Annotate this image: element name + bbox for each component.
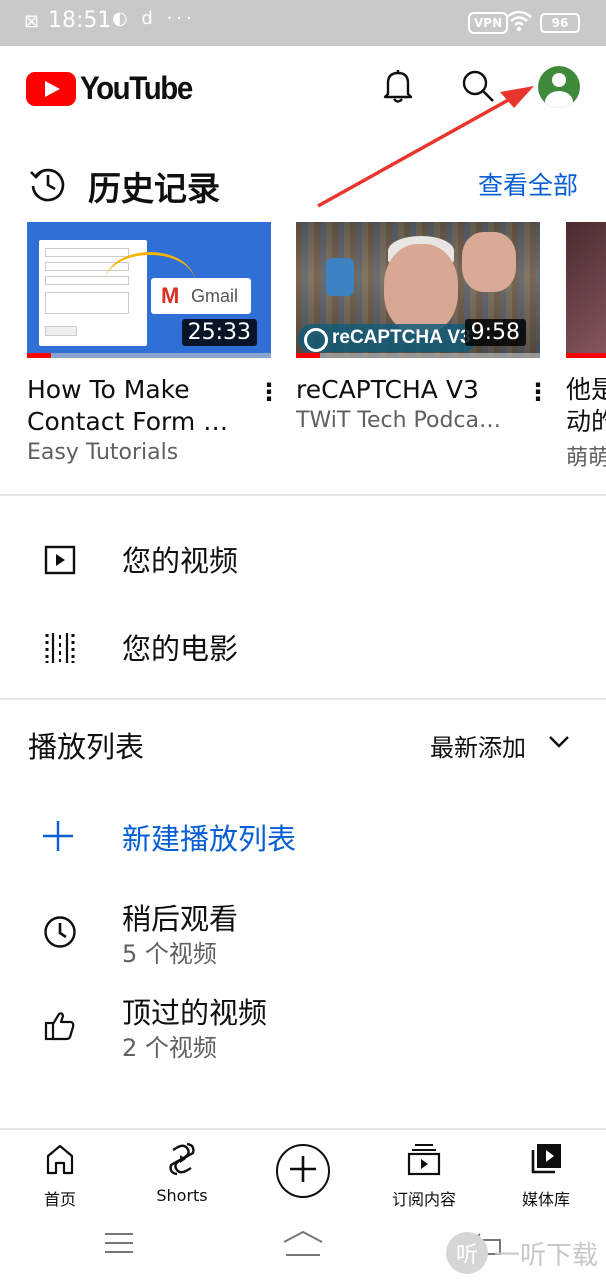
film-strip-icon [40,628,80,668]
nav-library-label: 媒体库 [521,1190,570,1209]
shorts-icon [132,1140,232,1178]
watch-progress-track [296,353,540,358]
video-channel: Easy Tutorials [27,440,179,465]
video-thumbnail[interactable]: Gmail 25:33 [27,222,271,358]
view-all-link[interactable]: 查看全部 [478,166,578,202]
history-video-card[interactable]: 他是 动的 萌萌 [566,222,606,472]
notifications-button[interactable] [378,66,418,110]
person-illustration [384,244,458,334]
history-carousel[interactable]: Gmail 25:33 How To Make Contact Form … E… [0,222,606,482]
search-icon [461,69,495,107]
playlists-header: 播放列表 最新添加 [0,724,606,772]
playlist-item-watch-later[interactable]: 稍后观看 5 个视频 [0,896,606,976]
nav-subscriptions-label: 订阅内容 [391,1190,456,1209]
youtube-logo[interactable]: YouTube [26,70,202,107]
status-bar: ⊠ 18:51 ◐ d ··· VPN 96 [0,0,606,46]
watermark-logo: 听 [446,1232,488,1274]
section-divider [0,494,606,496]
new-playlist-label: 新建播放列表 [122,822,297,856]
new-playlist-button[interactable]: 新建播放列表 [0,810,606,866]
video-thumbnail[interactable]: reCAPTCHA V3 9:58 [296,222,540,358]
history-video-card[interactable]: Gmail 25:33 How To Make Contact Form … E… [27,222,281,465]
person-hand [462,232,516,292]
video-duration: 25:33 [181,319,257,346]
subscriptions-icon [374,1140,474,1178]
more-vert-icon[interactable]: ⋮ [526,378,550,406]
watermark-text: 一听下载 [494,1240,599,1271]
bottom-navigation: 首页 Shorts 订阅内容 媒体库 [0,1128,606,1212]
nav-shorts[interactable]: Shorts [132,1140,232,1205]
nav-subscriptions[interactable]: 订阅内容 [374,1140,474,1210]
clock-icon [40,912,80,952]
thumbs-up-icon [40,1006,80,1046]
watermark: 听 一听下载 [446,1232,598,1274]
notification-x-icon: ⊠ [24,11,40,32]
video-title: 他是 动的 [566,375,606,436]
battery-indicator: 96 [540,13,580,33]
logo-text: YouTube [80,70,193,106]
recaptcha-banner: reCAPTCHA V3 [298,324,477,352]
video-title: reCAPTCHA V3 [296,375,479,404]
nav-library[interactable]: 媒体库 [496,1140,596,1210]
nav-home-label: 首页 [43,1190,76,1209]
playlist-title: 稍后观看 [122,902,239,936]
playlist-title: 顶过的视频 [122,996,268,1030]
bell-icon [382,68,414,108]
search-button[interactable] [458,66,498,110]
your-videos-label: 您的视频 [122,544,239,578]
plus-icon [288,1154,318,1188]
menu-icon[interactable] [104,1230,134,1260]
watch-progress-track [27,353,271,358]
your-videos-row[interactable]: 您的视频 [0,526,606,590]
history-header: 历史记录 查看全部 [0,160,606,210]
watch-progress-bar [296,353,321,358]
status-time: 18:51 [48,8,112,33]
app-bar: YouTube [0,46,606,134]
watch-progress-bar [27,353,52,358]
home-system-icon[interactable] [282,1230,324,1262]
home-icon [10,1140,110,1178]
play-box-icon [40,540,80,580]
your-movies-row[interactable]: 您的电影 [0,614,606,678]
playlists-title: 播放列表 [28,730,145,764]
more-vert-icon[interactable]: ⋮ [257,378,281,406]
video-duration: 9:58 [464,319,526,346]
watch-progress-bar [566,353,606,358]
plus-icon [40,818,76,858]
history-title: 历史记录 [88,169,220,208]
library-icon [496,1140,596,1178]
wifi-icon [506,10,532,36]
your-movies-label: 您的电影 [122,632,239,666]
video-thumbnail[interactable] [566,222,606,358]
history-video-card[interactable]: reCAPTCHA V3 9:58 reCAPTCHA V3 TWiT Tech… [296,222,550,433]
history-icon [28,164,68,208]
microphone-illustration [326,258,354,296]
section-divider [0,698,606,700]
video-title: How To Make Contact Form … [27,375,229,436]
chevron-down-icon[interactable] [548,734,570,753]
nav-shorts-label: Shorts [156,1186,208,1205]
playlist-count: 5 个视频 [122,940,217,968]
nav-home[interactable]: 首页 [10,1140,110,1210]
playlist-count: 2 个视频 [122,1034,217,1062]
account-avatar[interactable] [538,66,580,108]
video-channel: TWiT Tech Podca… [296,408,502,433]
gmail-badge: Gmail [151,278,251,314]
create-button[interactable] [276,1144,330,1198]
status-app-icons: ◐ d ··· [112,8,196,29]
sort-dropdown[interactable]: 最新添加 [430,728,526,763]
vpn-badge: VPN [468,12,509,34]
youtube-play-icon [26,71,76,106]
video-channel: 萌萌 [566,446,606,471]
playlist-item-liked-videos[interactable]: 顶过的视频 2 个视频 [0,990,606,1070]
